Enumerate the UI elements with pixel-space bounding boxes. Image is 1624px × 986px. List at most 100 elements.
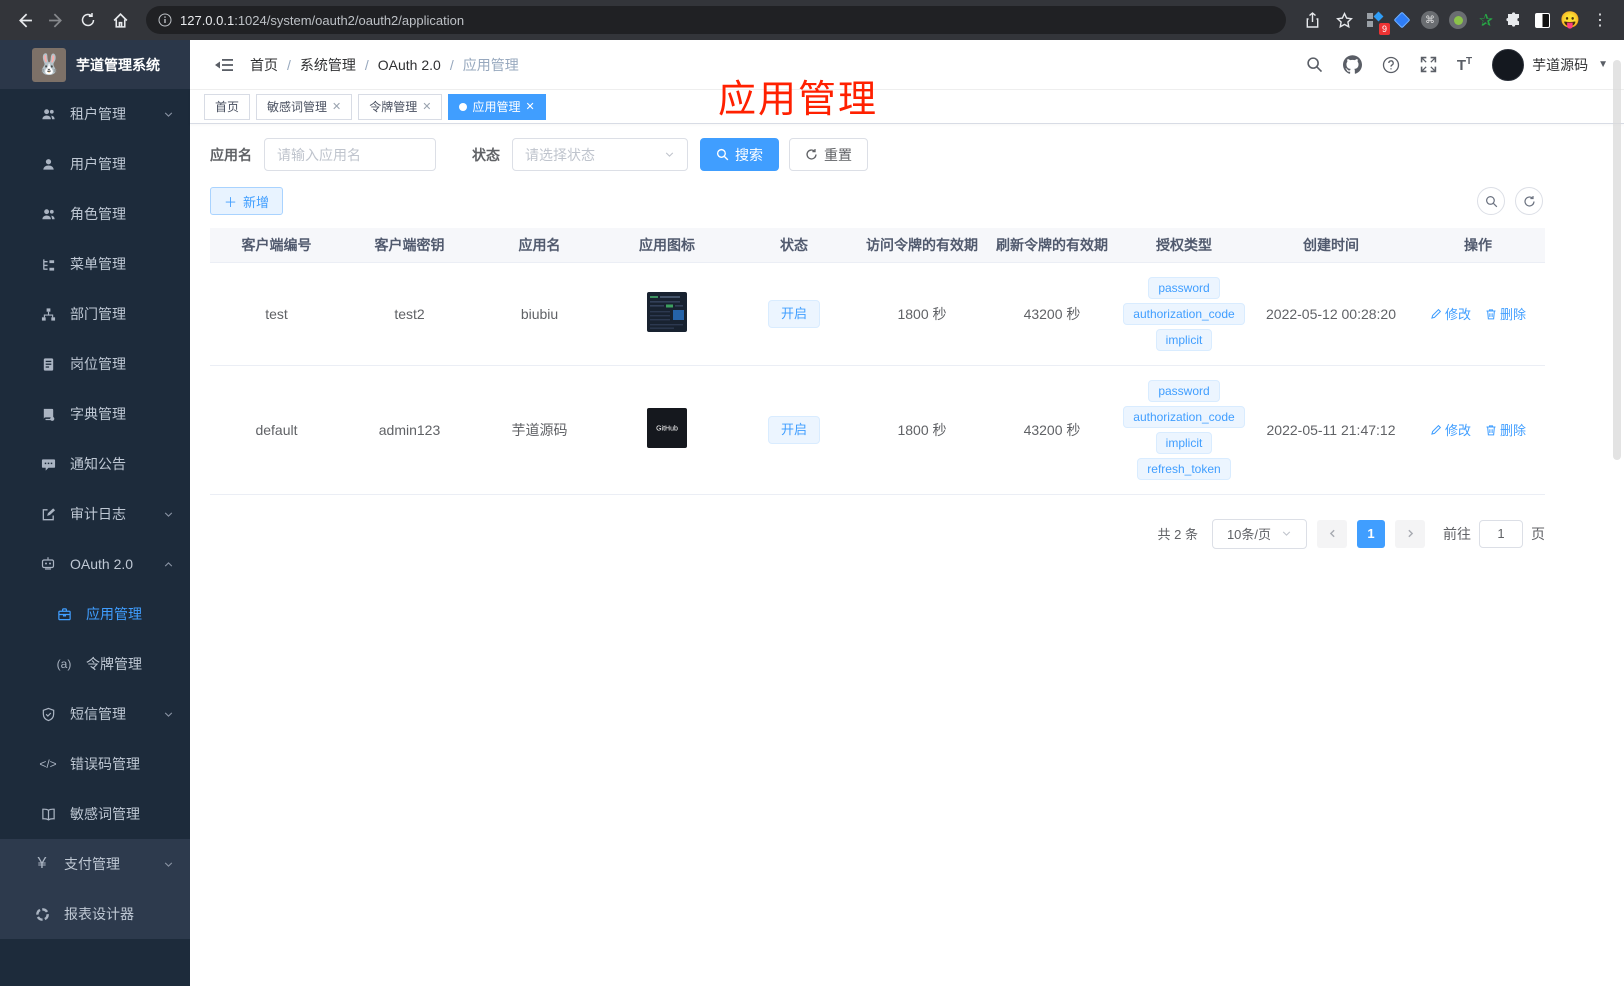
tab-sensitive-word[interactable]: 敏感词管理 ✕	[256, 93, 353, 120]
cell-app-icon	[603, 261, 731, 366]
extensions-puzzle-icon[interactable]	[1502, 8, 1526, 32]
col-client-secret: 客户端密钥	[343, 228, 476, 262]
active-dot	[459, 102, 468, 111]
sidebar-item-role[interactable]: 角色管理	[0, 189, 190, 239]
org-tree-icon	[40, 306, 56, 322]
top-navbar: 首页 / 系统管理 / OAuth 2.0/ 应用管理 TT 芋道源码 ▼	[190, 40, 1624, 90]
sidebar-item-sensitive-word[interactable]: 敏感词管理	[0, 789, 190, 839]
app-thumbnail-image: GitHub	[647, 408, 687, 448]
breadcrumb-oauth[interactable]: OAuth 2.0	[378, 57, 441, 73]
tab-home[interactable]: 首页	[204, 93, 251, 120]
sidebar-item-tenant[interactable]: 租户管理	[0, 89, 190, 139]
logo-row[interactable]: 🐰 芋道管理系统	[0, 40, 190, 89]
address-bar[interactable]: 127.0.0.1:1024/system/oauth2/oauth2/appl…	[146, 6, 1286, 34]
cell-client-id: default	[210, 365, 343, 495]
col-access-validity: 访问令牌的有效期	[857, 228, 987, 262]
forward-icon[interactable]	[42, 6, 70, 34]
sidebar-item-dept[interactable]: 部门管理	[0, 289, 190, 339]
tags-view-bar: 首页 敏感词管理 ✕ 令牌管理 ✕ 应用管理 ✕	[190, 90, 1624, 124]
extension-tabs-icon[interactable]: 9	[1362, 8, 1390, 35]
page-size-select[interactable]: 10条/页	[1212, 518, 1307, 549]
extension-star-icon[interactable]: ✰	[1474, 8, 1498, 32]
user-icon	[40, 156, 56, 172]
prev-page-button[interactable]	[1317, 519, 1347, 548]
goto-page-input[interactable]	[1479, 519, 1523, 548]
close-icon[interactable]: ✕	[422, 100, 431, 113]
tab-token[interactable]: 令牌管理 ✕	[358, 93, 443, 120]
close-icon[interactable]: ✕	[332, 100, 341, 113]
page-number-button[interactable]: 1	[1357, 519, 1385, 548]
sidebar-item-audit-log[interactable]: 审计日志	[0, 489, 190, 539]
sidebar-item-sms[interactable]: 短信管理	[0, 689, 190, 739]
sidebar-item-errcode[interactable]: </> 错误码管理	[0, 739, 190, 789]
cell-app-icon: GitHub	[603, 365, 731, 495]
col-app-name: 应用名	[476, 228, 603, 262]
font-size-icon[interactable]: TT	[1457, 56, 1472, 74]
status-tag[interactable]: 开启	[767, 299, 820, 328]
sidebar-item-post[interactable]: 岗位管理	[0, 339, 190, 389]
show-search-toggle-button[interactable]	[1477, 187, 1505, 215]
page-scrollbar[interactable]	[1613, 60, 1621, 460]
grant-tag: password	[1148, 379, 1220, 402]
edit-button[interactable]: 修改	[1430, 304, 1471, 323]
sidebar-item-user[interactable]: 用户管理	[0, 139, 190, 189]
sidebar-item-dict[interactable]: 字典管理	[0, 389, 190, 439]
cell-access-validity: 1800 秒	[857, 261, 987, 366]
bookmark-star-icon[interactable]	[1330, 6, 1358, 34]
sidebar-item-notice[interactable]: 通知公告	[0, 439, 190, 489]
cell-client-id: test	[210, 261, 343, 366]
refresh-table-button[interactable]	[1515, 187, 1543, 215]
sidebar-item-oauth2-token[interactable]: (a) 令牌管理	[0, 639, 190, 689]
next-page-button[interactable]	[1395, 519, 1425, 548]
close-icon[interactable]: ✕	[526, 100, 535, 113]
col-actions: 操作	[1411, 228, 1545, 262]
search-button[interactable]: 搜索	[700, 138, 779, 171]
app-logo: 🐰	[32, 47, 66, 82]
user-menu[interactable]: 芋道源码 ▼	[1492, 48, 1608, 81]
status-select[interactable]: 请选择状态	[512, 138, 688, 171]
chevron-down-icon	[665, 152, 674, 157]
browser-menu-icon[interactable]: ⋮	[1586, 6, 1614, 34]
extension-badge: 9	[1378, 23, 1390, 35]
extension-gem-icon[interactable]	[1390, 8, 1414, 32]
app-name-input[interactable]	[264, 138, 436, 171]
delete-button[interactable]: 删除	[1485, 420, 1526, 439]
delete-icon	[1486, 424, 1496, 435]
sidebar-item-pay[interactable]: ¥ 支付管理	[0, 839, 190, 889]
sidebar-fold-icon[interactable]	[206, 47, 242, 83]
extension-contrast-icon[interactable]	[1530, 8, 1554, 32]
profile-avatar[interactable]: 😛	[1558, 8, 1582, 32]
delete-button[interactable]: 删除	[1485, 304, 1526, 323]
home-icon[interactable]	[106, 6, 134, 34]
grant-tag: implicit	[1155, 431, 1213, 454]
sidebar-item-menu[interactable]: 菜单管理	[0, 239, 190, 289]
tab-application[interactable]: 应用管理 ✕	[448, 93, 546, 120]
search-icon	[716, 148, 729, 161]
extension-record-icon[interactable]	[1446, 8, 1470, 32]
extension-command-icon[interactable]: ⌘	[1418, 8, 1442, 32]
breadcrumb-system[interactable]: 系统管理	[300, 55, 356, 75]
sidebar-item-report-designer[interactable]: 报表设计器	[0, 889, 190, 939]
sidebar: 🐰 芋道管理系统 租户管理 用户管理 角色管理 菜单管理 部门管理 岗位管理 字…	[0, 40, 190, 986]
fullscreen-icon[interactable]	[1420, 56, 1437, 73]
reload-icon[interactable]	[74, 6, 102, 34]
help-icon[interactable]	[1382, 56, 1400, 74]
edit-icon	[1431, 308, 1442, 319]
header-search-icon[interactable]	[1306, 56, 1323, 73]
edit-button[interactable]: 修改	[1430, 420, 1471, 439]
caret-down-icon: ▼	[1598, 59, 1608, 70]
badge-icon	[40, 356, 56, 372]
reset-button[interactable]: 重置	[789, 138, 868, 171]
breadcrumb-home[interactable]: 首页	[250, 55, 278, 75]
status-tag[interactable]: 开启	[767, 415, 820, 444]
github-icon[interactable]	[1342, 55, 1362, 74]
site-info-icon[interactable]	[158, 13, 172, 27]
sidebar-item-oauth2[interactable]: OAuth 2.0	[0, 539, 190, 589]
sidebar-item-oauth2-application[interactable]: 应用管理	[0, 589, 190, 639]
cell-refresh-validity: 43200 秒	[987, 365, 1117, 495]
share-icon[interactable]	[1298, 6, 1326, 34]
yen-icon: ¥	[37, 855, 47, 872]
table-header-row: 客户端编号 客户端密钥 应用名 应用图标 状态 访问令牌的有效期 刷新令牌的有效…	[210, 228, 1545, 262]
back-icon[interactable]	[10, 6, 38, 34]
add-button[interactable]: ＋新增	[210, 187, 284, 215]
